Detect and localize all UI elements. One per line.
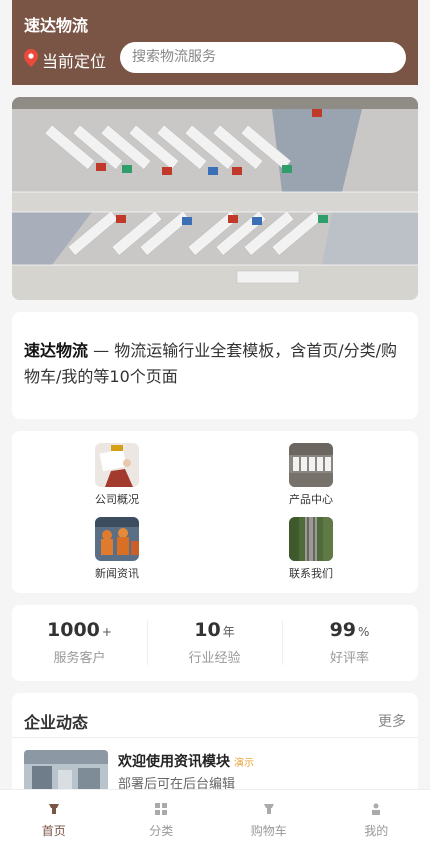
grid-item-company[interactable]: 公司概况 [77,443,157,507]
tab-home[interactable]: 首页 [0,790,108,845]
location-pin-icon [24,49,38,71]
stat-customers: 1000+ 服务客户 [12,619,147,666]
railway-photo-icon [289,517,333,561]
grid-item-contact[interactable]: 联系我们 [271,517,351,581]
cart-icon [263,802,275,816]
stat-experience: 10年 行业经验 [147,619,282,666]
grid-item-label: 公司概况 [77,491,157,507]
user-icon [370,802,382,816]
grid-item-label: 联系我们 [271,565,351,581]
news-section: 企业动态 更多 欢迎使用资讯模块演示 部署后可在后台编辑 [12,693,418,803]
app-title: 速达物流 [24,12,88,36]
app-header: 速达物流 当前定位 搜索物流服务 [12,0,418,85]
hero-banner[interactable] [12,97,418,300]
grid-item-label: 产品中心 [271,491,351,507]
grid-item-news[interactable]: 新闻资讯 [77,517,157,581]
tab-label: 首页 [0,822,108,839]
intro-card: 速达物流 — 物流运输行业全套模板，含首页/分类/购物车/我的等10个页面 [12,312,418,419]
news-item[interactable]: 欢迎使用资讯模块演示 [118,751,254,771]
location-label: 当前定位 [42,48,106,72]
stat-label: 行业经验 [147,647,282,666]
tab-label: 分类 [108,822,216,839]
bottom-tab-bar: 首页 分类 购物车 我的 [0,789,430,845]
trucks-photo-icon [289,443,333,487]
search-input[interactable]: 搜索物流服务 [120,42,406,73]
stat-rating: 99% 好评率 [282,619,417,666]
intro-brand: 速达物流 [24,341,88,360]
stat-label: 好评率 [282,647,417,666]
company-photo-icon [95,443,139,487]
tab-cart[interactable]: 购物车 [215,790,323,845]
tab-profile[interactable]: 我的 [323,790,430,845]
home-icon [48,802,60,816]
location-selector[interactable]: 当前定位 [24,48,106,72]
section-title: 企业动态 [24,709,88,733]
demo-badge: 演示 [234,758,254,769]
stat-number: 1000 [47,619,100,641]
category-icon [155,802,167,816]
tab-category[interactable]: 分类 [108,790,216,845]
divider [12,737,418,738]
stats-card: 1000+ 服务客户 10年 行业经验 99% 好评率 [12,605,418,681]
more-link[interactable]: 更多 [378,711,406,731]
truck-parking-photo [12,97,418,300]
quick-nav-grid: 公司概况 产品中心 新闻资讯 联系我们 [12,431,418,593]
news-item-title: 欢迎使用资讯模块 [118,754,230,770]
stat-unit: % [358,625,369,639]
stat-unit: + [102,625,112,639]
intro-text: 速达物流 — 物流运输行业全套模板，含首页/分类/购物车/我的等10个页面 [24,338,406,390]
stat-label: 服务客户 [12,647,147,666]
stat-number: 99 [330,619,356,641]
grid-item-products[interactable]: 产品中心 [271,443,351,507]
tab-label: 我的 [323,822,430,839]
stat-unit: 年 [223,625,235,639]
grid-item-label: 新闻资讯 [77,565,157,581]
news-photo-icon [95,517,139,561]
tab-label: 购物车 [215,822,323,839]
stat-number: 10 [194,619,220,641]
